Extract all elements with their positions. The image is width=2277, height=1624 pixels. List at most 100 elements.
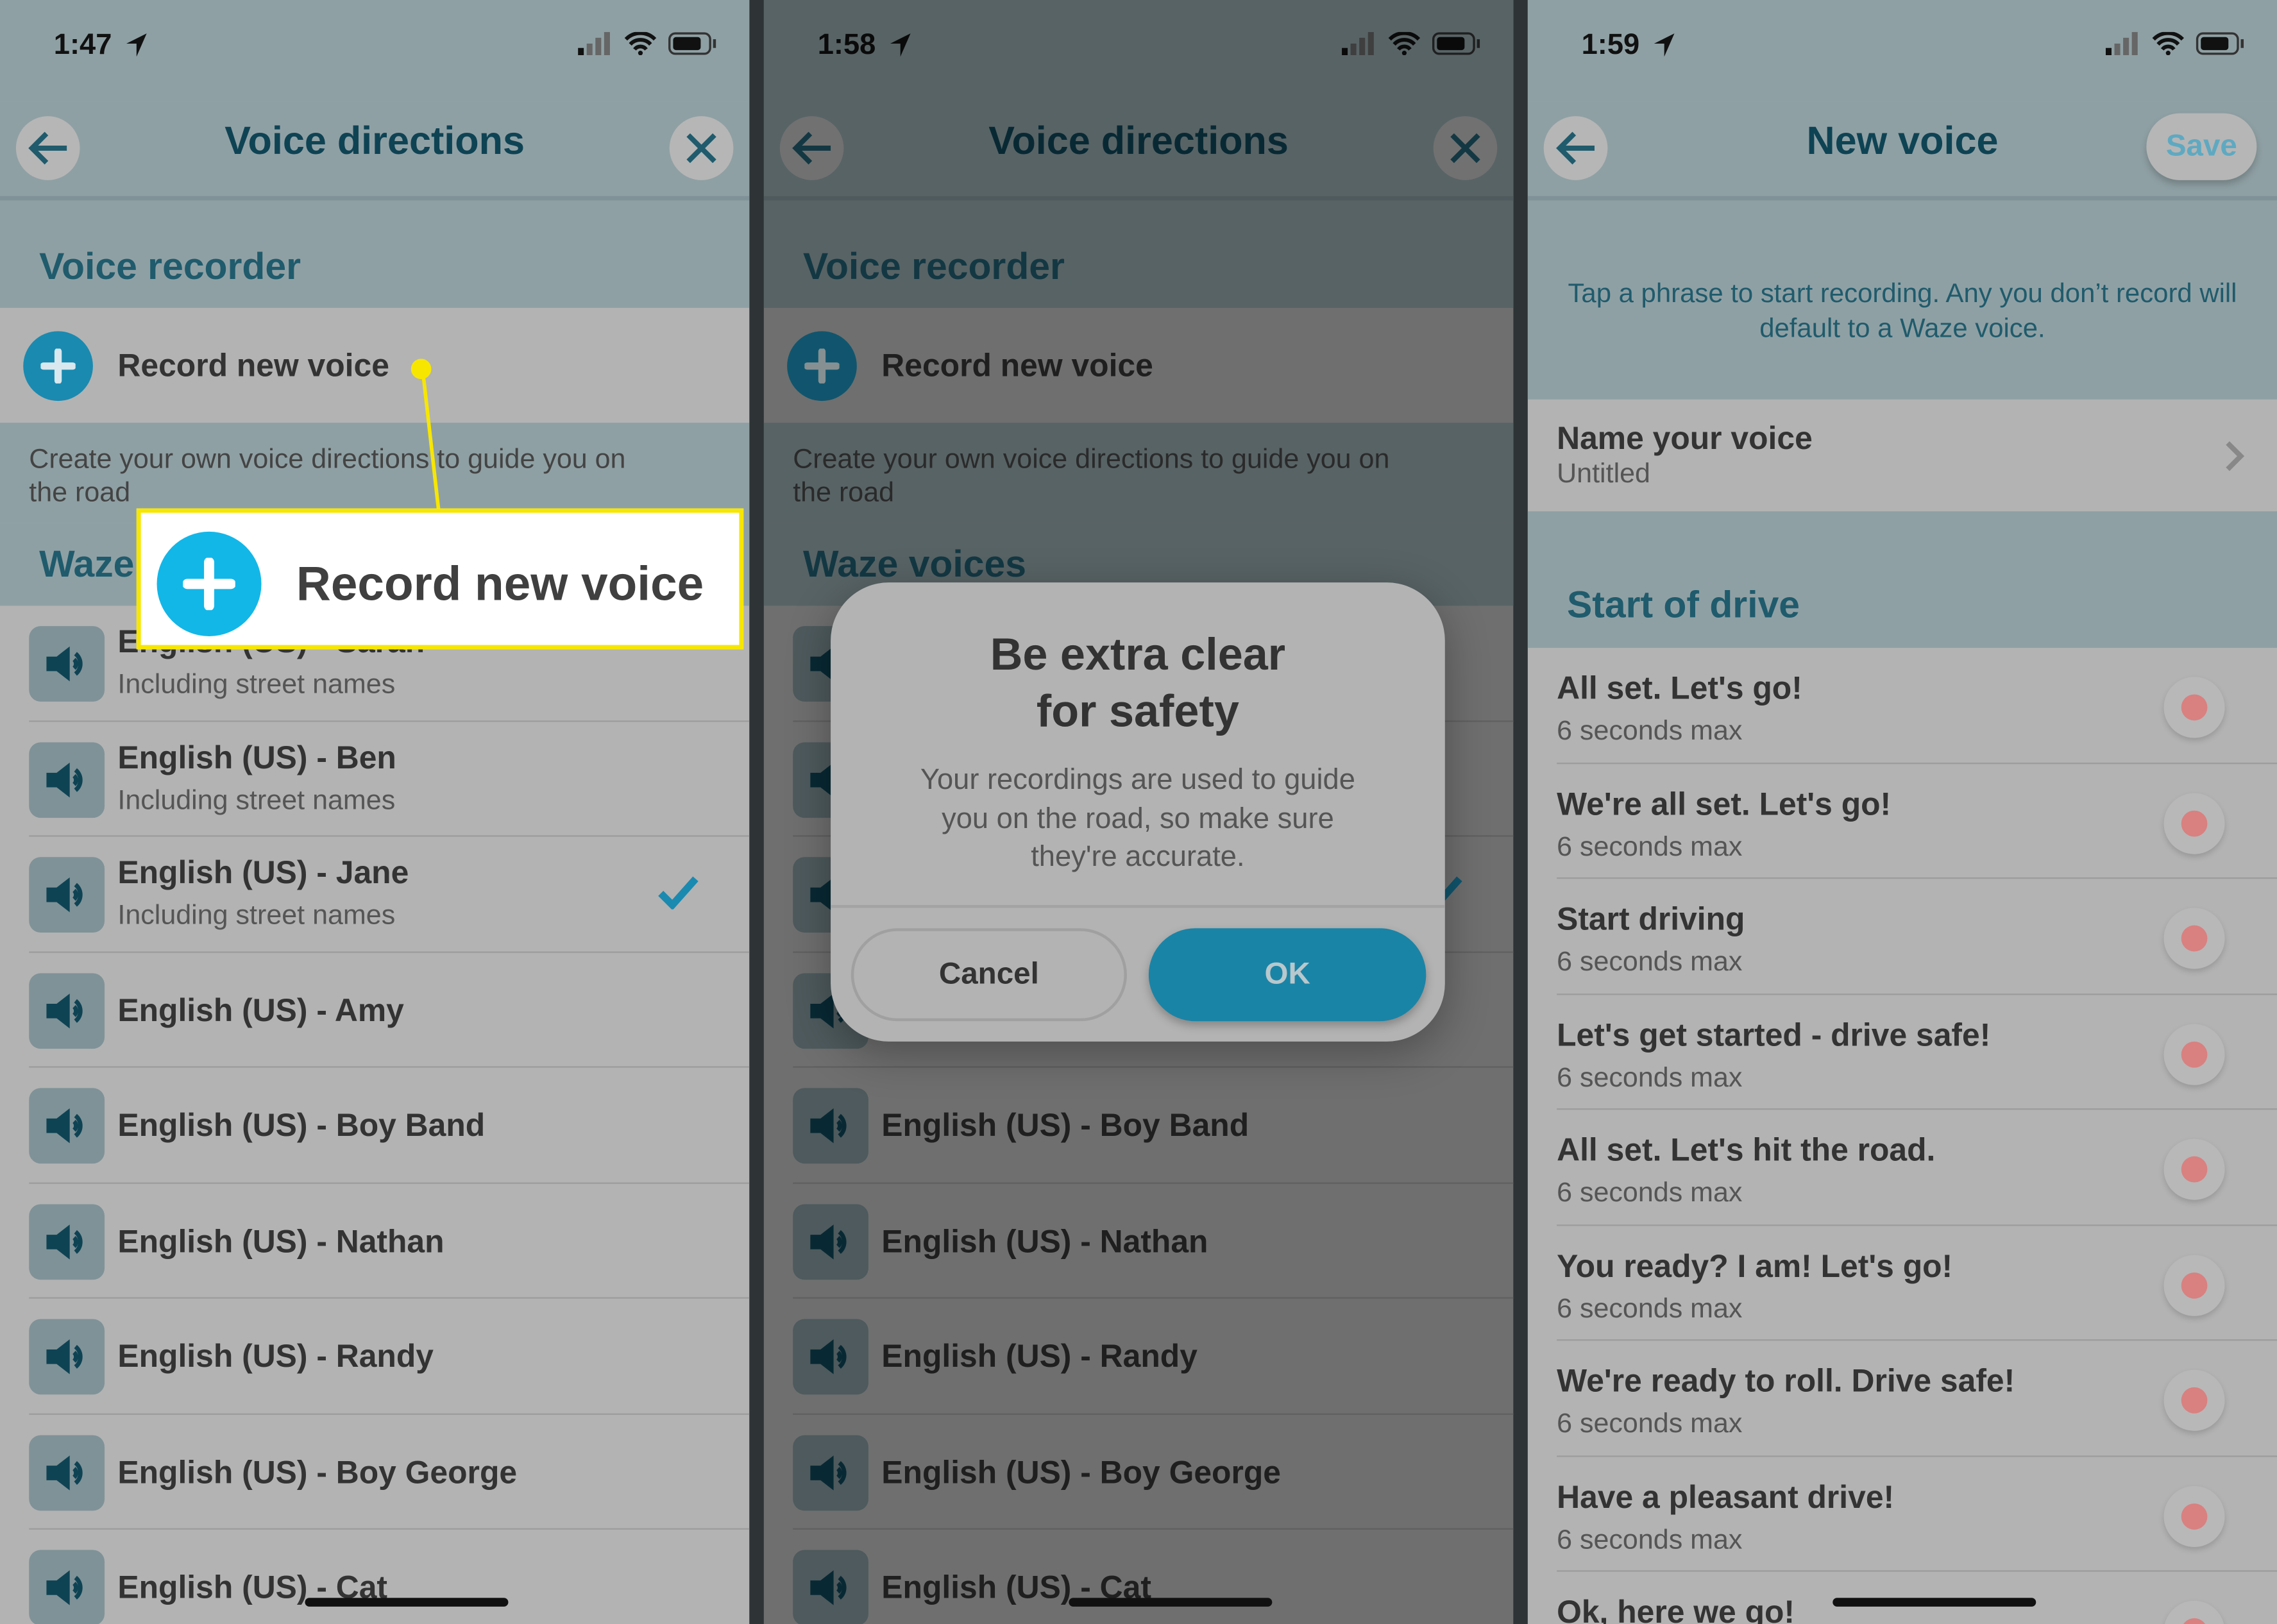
phrase-text: Start driving — [1557, 901, 1745, 937]
voice-subtitle: Including street names — [117, 901, 396, 931]
phrase-text: Have a pleasant drive! — [1557, 1478, 1895, 1515]
voice-name: English (US) - Ben — [117, 738, 396, 775]
phone-screen-3: 1:59 New voice Save Tap a phrase to start r… — [1527, 0, 2277, 1624]
record-button[interactable] — [2163, 677, 2225, 738]
record-new-voice-callout: Record new voice — [136, 508, 744, 650]
voice-list-item[interactable]: English (US) - Ben Including street names — [0, 721, 750, 837]
record-new-voice-row[interactable]: Record new voice — [0, 308, 750, 423]
home-indicator — [1833, 1598, 2036, 1607]
voice-subtitle: Including street names — [117, 670, 396, 700]
record-button[interactable] — [2163, 1485, 2225, 1546]
voice-subtitle: Including street names — [117, 785, 396, 816]
record-button[interactable] — [2163, 1023, 2225, 1085]
voice-list-item[interactable]: English (US) - Nathan — [0, 1183, 750, 1299]
phrase-text: Let's get started - drive safe! — [1557, 1016, 1991, 1053]
phrase-limit: 6 seconds max — [1557, 1178, 1743, 1209]
voice-name: English (US) - Jane — [117, 854, 409, 891]
plus-icon — [157, 531, 262, 636]
signal-icon — [578, 31, 613, 63]
phrase-text: All set. Let's go! — [1557, 670, 1802, 706]
status-bar: 1:47 — [0, 0, 750, 102]
callout-label: Record new voice — [296, 556, 704, 611]
wifi-icon — [2152, 31, 2185, 63]
home-indicator — [305, 1598, 509, 1607]
record-new-voice-label: Record new voice — [117, 347, 389, 384]
speaker-icon — [29, 857, 105, 933]
dialog-title-line2: for safety — [1036, 685, 1239, 737]
safety-dialog: Be extra clear for safety Your recordings … — [831, 582, 1445, 1042]
name-voice-value: Untitled — [1557, 459, 1650, 490]
dialog-body: Your recordings are used to guide you on… — [920, 764, 1355, 874]
voice-list-item[interactable]: English (US) - Cat — [0, 1530, 749, 1624]
name-your-voice-row[interactable]: Name your voice Untitled — [1528, 400, 2277, 511]
recording-instructions: Tap a phrase to start recording. Any you… — [1527, 200, 2277, 400]
phrase-limit: 6 seconds max — [1557, 1408, 1743, 1440]
phrase-limit: 6 seconds max — [1557, 1293, 1743, 1324]
battery-icon — [668, 32, 717, 63]
voice-list-item[interactable]: English (US) - Amy — [0, 952, 750, 1068]
wifi-icon — [624, 31, 657, 63]
voice-name: English (US) - Amy — [117, 991, 404, 1028]
status-icons — [578, 31, 717, 63]
voice-name: English (US) - Boy Band — [117, 1106, 486, 1144]
page-title: Voice directions — [224, 119, 525, 163]
speaker-icon — [29, 1088, 105, 1164]
record-button[interactable] — [2163, 908, 2225, 969]
speaker-icon — [29, 1434, 105, 1510]
record-button[interactable] — [2163, 1369, 2225, 1431]
phrase-list-item[interactable]: Let's get started - drive safe! 6 seconds… — [1528, 994, 2277, 1110]
phrase-list-item[interactable]: We're all set. Let's go! 6 seconds max — [1528, 763, 2277, 879]
phone-screen-2: 1:58 Voice directions Voice recorder Record… — [763, 0, 1514, 1624]
voice-list-item[interactable]: English (US) - Boy George — [0, 1414, 750, 1530]
record-button[interactable] — [2163, 792, 2225, 854]
status-bar: 1:59 — [1527, 0, 2277, 102]
phrase-text: We're ready to roll. Drive safe! — [1557, 1362, 2015, 1400]
voice-list-item[interactable]: English (US) - Randy — [0, 1299, 750, 1414]
ok-button[interactable]: OK — [1148, 928, 1426, 1022]
phrase-limit: 6 seconds max — [1557, 1062, 1743, 1094]
record-button[interactable] — [2163, 1600, 2225, 1624]
speaker-icon — [29, 1319, 105, 1395]
speaker-icon — [29, 1203, 105, 1280]
speaker-icon — [29, 626, 105, 702]
location-arrow-icon — [125, 32, 148, 65]
close-button[interactable] — [669, 116, 734, 180]
phrase-text: You ready? I am! Let's go! — [1557, 1247, 1953, 1283]
battery-icon — [2196, 32, 2245, 63]
checkmark-icon — [656, 874, 700, 917]
voice-list-item[interactable]: English (US) - Boy Band — [0, 1068, 750, 1183]
nav-header: New voice Save — [1527, 101, 2277, 201]
phrase-list-item[interactable]: We're ready to roll. Drive safe! 6 second… — [1528, 1341, 2277, 1457]
home-indicator — [1069, 1598, 1273, 1607]
speaker-icon — [29, 972, 105, 1049]
phrase-limit: 6 seconds max — [1557, 947, 1743, 978]
phrase-list-item[interactable]: Have a pleasant drive! 6 seconds max — [1528, 1456, 2277, 1572]
phrase-limit: 6 seconds max — [1557, 716, 1743, 747]
phrase-limit: 6 seconds max — [1557, 831, 1743, 863]
signal-icon — [2105, 31, 2140, 63]
dialog-title-line1: Be extra clear — [990, 629, 1286, 680]
voice-name: English (US) - Randy — [117, 1337, 434, 1374]
nav-header: Voice directions — [0, 101, 750, 201]
phrase-text: All set. Let's hit the road. — [1557, 1131, 1936, 1168]
speaker-icon — [29, 741, 105, 817]
voice-list-item[interactable]: English (US) - Jane Including street name… — [0, 837, 750, 952]
section-start-of-drive: Start of drive — [1527, 511, 2277, 648]
status-time: 1:59 — [1581, 29, 1640, 62]
plus-icon — [23, 331, 93, 402]
save-button[interactable]: Save — [2146, 113, 2257, 180]
phrase-list-item[interactable]: All set. Let's go! 6 seconds max — [1528, 648, 2277, 764]
record-button[interactable] — [2163, 1138, 2225, 1200]
name-voice-label: Name your voice — [1557, 419, 1813, 457]
speaker-icon — [29, 1550, 105, 1624]
location-arrow-icon — [1653, 32, 1676, 65]
section-voice-recorder: Voice recorder — [0, 200, 750, 309]
chevron-right-icon — [2225, 440, 2246, 479]
status-icons — [2105, 31, 2245, 63]
cancel-button[interactable]: Cancel — [851, 928, 1127, 1022]
phrase-list-item[interactable]: All set. Let's hit the road. 6 seconds ma… — [1528, 1110, 2277, 1226]
phrase-text: We're all set. Let's go! — [1557, 785, 1892, 822]
record-button[interactable] — [2163, 1254, 2225, 1315]
phrase-list-item[interactable]: Start driving 6 seconds max — [1528, 879, 2277, 995]
phrase-list-item[interactable]: You ready? I am! Let's go! 6 seconds max — [1528, 1225, 2277, 1341]
